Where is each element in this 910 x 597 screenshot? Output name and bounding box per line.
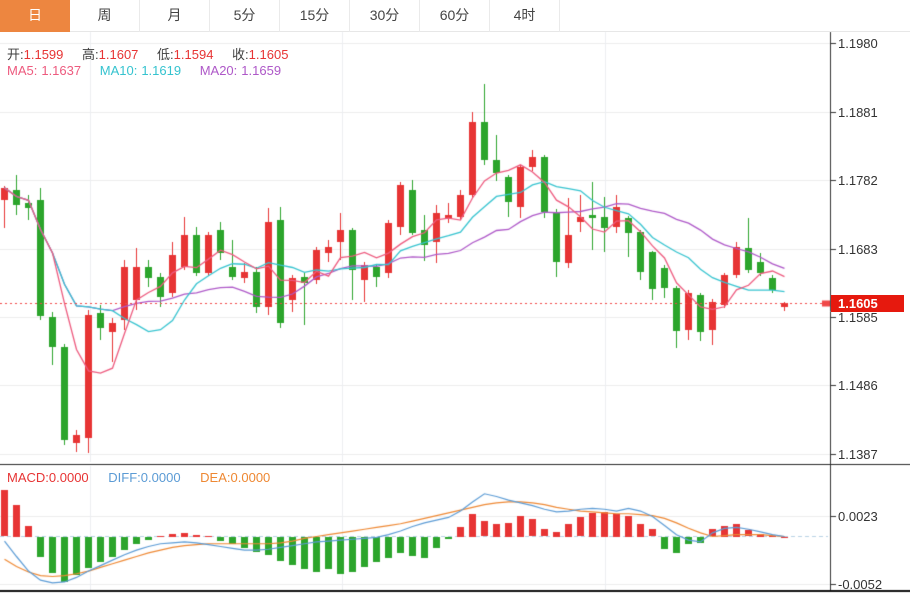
high-value: 1.1607 — [99, 47, 139, 62]
ma5-label: MA5: — [7, 63, 37, 78]
tab-周[interactable]: 周 — [70, 0, 140, 32]
high-label: 高: — [82, 47, 99, 62]
macd-axis-label: 0.0023 — [838, 508, 878, 525]
tab-60分[interactable]: 60分 — [420, 0, 490, 32]
tab-30分[interactable]: 30分 — [350, 0, 420, 32]
diff-value: 0.0000 — [141, 470, 181, 485]
dea-value: 0.0000 — [231, 470, 271, 485]
open-value: 1.1599 — [24, 47, 64, 62]
ohlc-legend: 开:1.1599 高:1.1607 低:1.1594 收:1.1605 — [7, 44, 303, 63]
close-value: 1.1605 — [249, 47, 289, 62]
macd-label: MACD: — [7, 470, 49, 485]
price-axis-label: 1.1980 — [838, 35, 878, 52]
macd-value: 0.0000 — [49, 470, 89, 485]
price-badge: 1.1605 — [831, 295, 904, 312]
ma-legend: MA5: 1.1637 MA10:1.1619 MA20:1.1659 — [7, 63, 281, 78]
ma10-value: 1.1619 — [141, 63, 181, 78]
tab-15分[interactable]: 15分 — [280, 0, 350, 32]
low-label: 低: — [157, 47, 174, 62]
macd-legend: MACD:0.0000 DIFF:0.0000 DEA:0.0000 — [7, 470, 270, 485]
low-value: 1.1594 — [174, 47, 214, 62]
price-axis-label: 1.1782 — [838, 172, 878, 189]
close-label: 收: — [232, 47, 249, 62]
price-axis-label: 1.1881 — [838, 104, 878, 121]
tab-日[interactable]: 日 — [0, 0, 70, 32]
dea-label: DEA: — [200, 470, 230, 485]
timeframe-tabs: 日周月5分15分30分60分4时 — [0, 0, 910, 32]
diff-label: DIFF: — [108, 470, 141, 485]
candlestick-chart-canvas[interactable] — [0, 0, 910, 597]
price-axis-label: 1.1387 — [838, 446, 878, 463]
price-axis-label: 1.1486 — [838, 377, 878, 394]
ma20-label: MA20: — [200, 63, 238, 78]
ma10-label: MA10: — [100, 63, 138, 78]
ma5-value: 1.1637 — [41, 63, 81, 78]
tab-月[interactable]: 月 — [140, 0, 210, 32]
ma20-value: 1.1659 — [241, 63, 281, 78]
tab-5分[interactable]: 5分 — [210, 0, 280, 32]
open-label: 开: — [7, 47, 24, 62]
macd-axis-label: -0.0052 — [838, 576, 882, 593]
price-axis-label: 1.1683 — [838, 241, 878, 258]
tab-4时[interactable]: 4时 — [490, 0, 560, 32]
